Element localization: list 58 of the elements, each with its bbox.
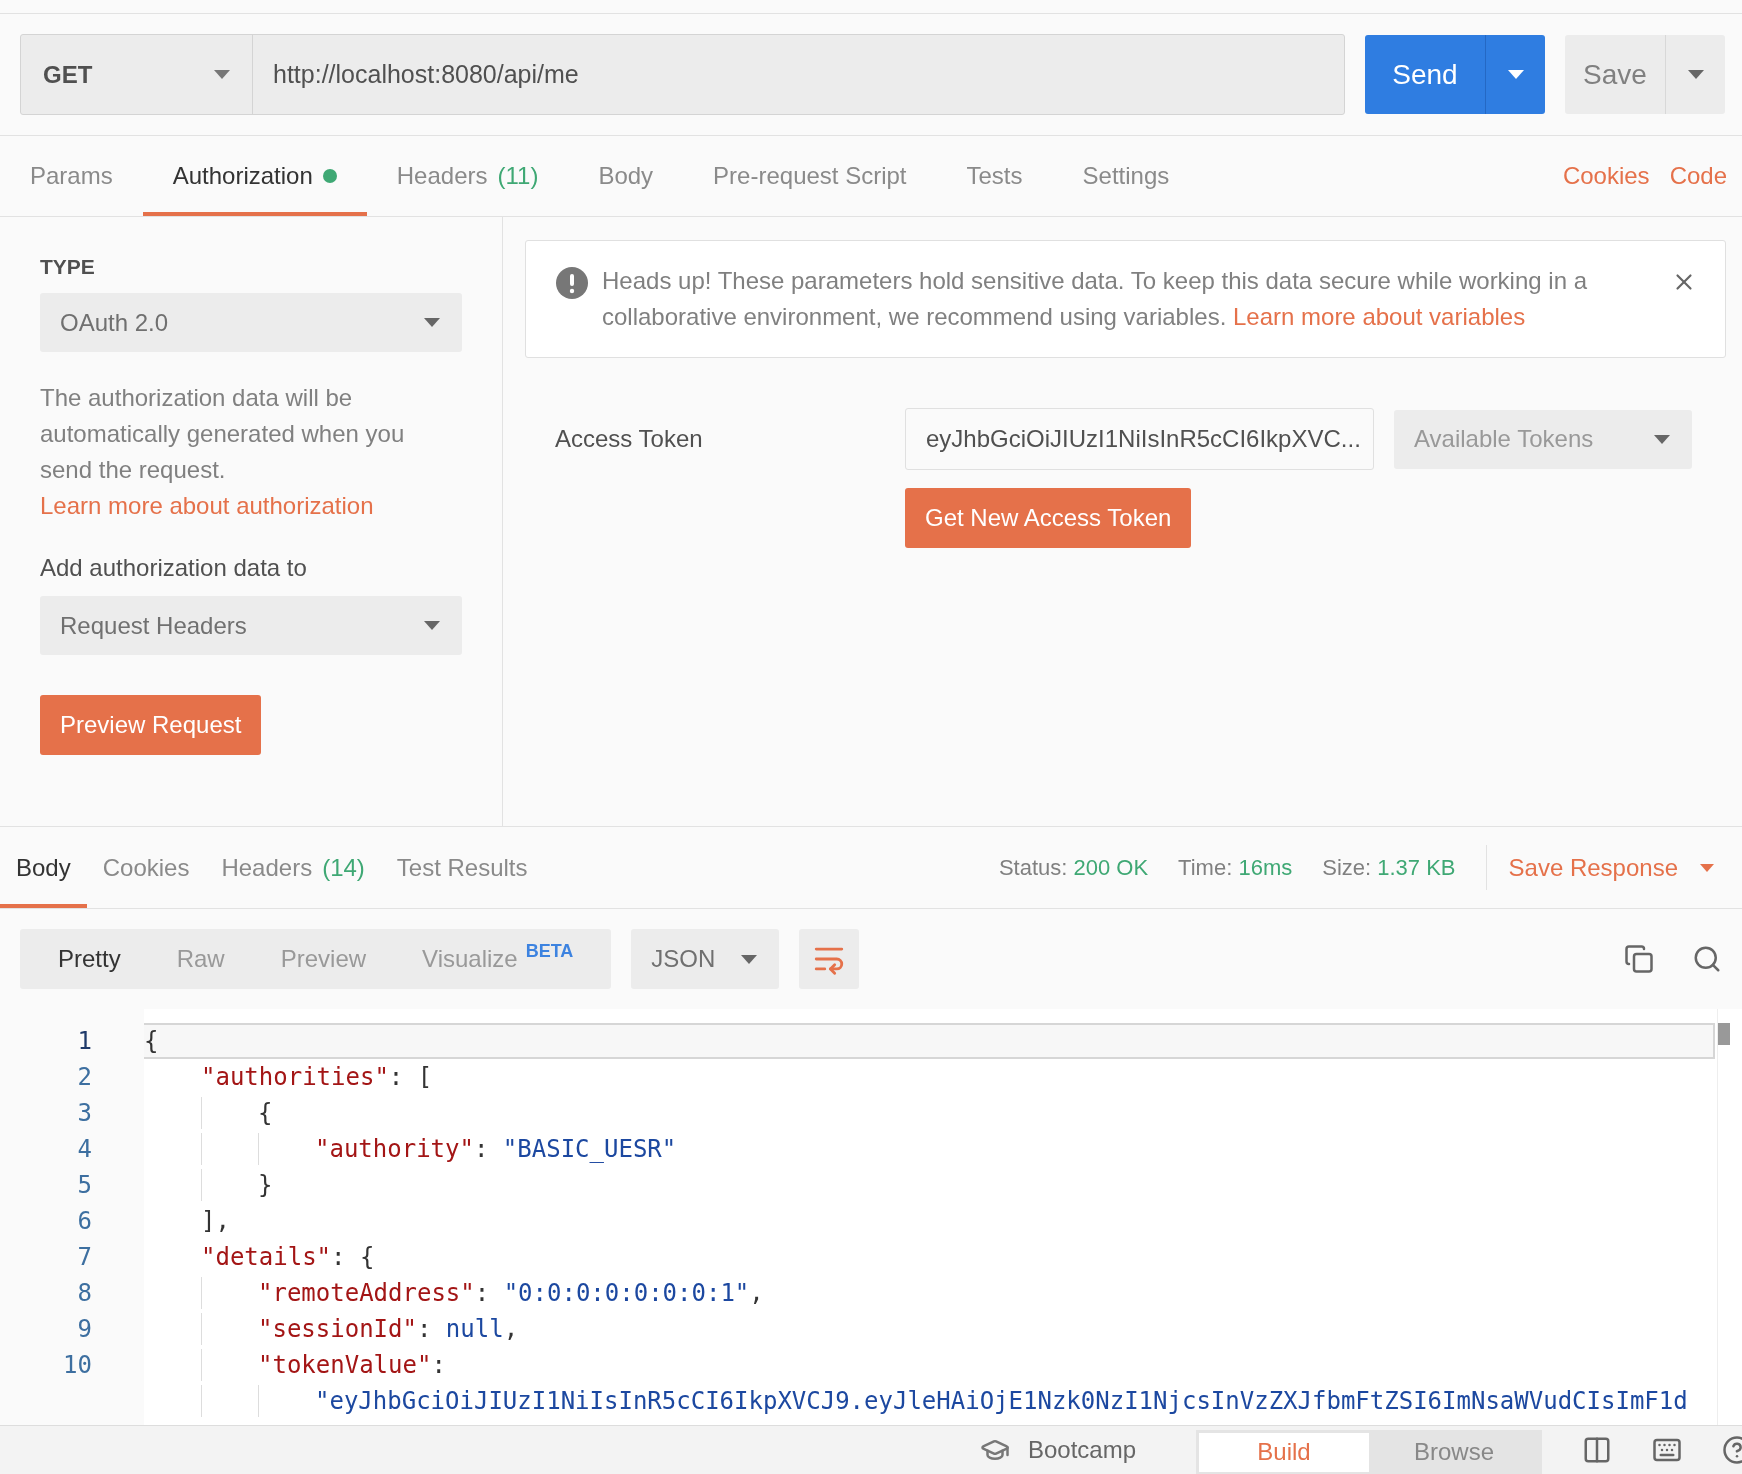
header-link[interactable]: Code [1649, 162, 1727, 190]
code-line: "eyJhbGciOiJIUzI1NiIsInR5cCI6IkpXVCJ9.eyJleHAiOjE1Nzk0NzI1NjcsInVzZXJfbmFtZSI6ImNsaWVudCIsImF1d [144, 1383, 1715, 1419]
request-tab[interactable]: Pre-request Script [683, 136, 937, 216]
response-tab[interactable]: Headers (14) [205, 827, 381, 908]
code-line: "sessionId": null, [144, 1311, 1715, 1347]
add-auth-select[interactable]: Request Headers [40, 596, 462, 655]
response-meta: Status: 200 OK [998, 854, 1149, 881]
line-number: 10 [62, 1350, 93, 1381]
line-number: 3 [76, 1098, 93, 1129]
request-tab[interactable]: Body [568, 136, 684, 216]
request-tab[interactable]: Headers (11) [366, 136, 569, 216]
line-number: 7 [76, 1242, 93, 1273]
view-mode-option[interactable]: Visualize $^{BETA}$ [394, 929, 602, 989]
response-tab[interactable]: Body [0, 827, 87, 908]
bootcamp-link[interactable]: Bootcamp [979, 1435, 1156, 1465]
code-line: "authorities": [ [200, 1062, 434, 1093]
view-mode-option[interactable]: Pretty [30, 929, 149, 989]
request-tab[interactable]: Settings [1052, 136, 1200, 216]
line-number: 8 [76, 1278, 93, 1309]
line-number: 5 [76, 1170, 93, 1201]
code-line: "authority": "BASIC_UESR" [144, 1131, 1715, 1167]
preview-request-button[interactable]: Preview Request [40, 695, 262, 755]
mode-tab[interactable]: Browse [1369, 1432, 1539, 1472]
notice-text: Heads up! These parameters hold sensitive data. To keep this data secure while working in a collaborative environment, we recommend using variables. Learn more about variables [602, 266, 1588, 332]
line-number: 6 [76, 1206, 93, 1237]
format-select[interactable]: JSON [631, 929, 780, 989]
save-response-button[interactable]: Save Response [1486, 827, 1714, 908]
line-number: 9 [76, 1314, 93, 1345]
view-mode-option[interactable]: Raw [148, 929, 253, 989]
learn-more-link[interactable]: Learn more about variables [1233, 303, 1526, 330]
header-link[interactable]: Cookies [1542, 162, 1650, 190]
auth-description: The authorization data will be automatically generated when you send the request. Learn more about authorization [40, 383, 406, 521]
request-tab[interactable]: Tests [936, 136, 1053, 216]
available-tokens-select[interactable]: Available Tokens [1394, 409, 1692, 469]
line-number: 1 [76, 1026, 93, 1057]
add-auth-label: Add authorization data to [40, 554, 308, 582]
response-meta: Size: 1.37 KB [1322, 854, 1456, 881]
request-tab[interactable]: Authorization [142, 136, 367, 216]
response-meta: Time: 16ms [1178, 854, 1293, 881]
line-number: 4 [76, 1134, 93, 1165]
response-tab[interactable]: Test Results [380, 827, 544, 908]
code-line: "details": { [200, 1242, 376, 1273]
mode-tab[interactable]: Build [1199, 1432, 1369, 1472]
code-line: { [144, 1095, 1715, 1131]
line-number: 2 [76, 1062, 93, 1093]
code-line: } [144, 1167, 1715, 1203]
get-token-button[interactable]: Get New Access Token [905, 488, 1192, 548]
request-tab[interactable]: Params [0, 136, 143, 216]
auth-type-select[interactable]: OAuth 2.0 [40, 293, 462, 352]
access-token-field[interactable]: eyJhbGciOiJIUzI1NiIsInR5cCI6IkpXVC... [905, 408, 1374, 470]
code-line: ], [200, 1206, 231, 1237]
code-line: "remoteAddress": "0:0:0:0:0:0:0:1", [144, 1275, 1715, 1311]
view-mode-option[interactable]: Preview [252, 929, 395, 989]
learn-more-link[interactable]: Learn more about authorization [40, 492, 374, 519]
code-line: "tokenValue": [144, 1347, 1715, 1383]
access-token-label: Access Token [555, 425, 704, 453]
type-label: TYPE [40, 255, 96, 279]
response-tab[interactable]: Cookies [86, 827, 206, 908]
